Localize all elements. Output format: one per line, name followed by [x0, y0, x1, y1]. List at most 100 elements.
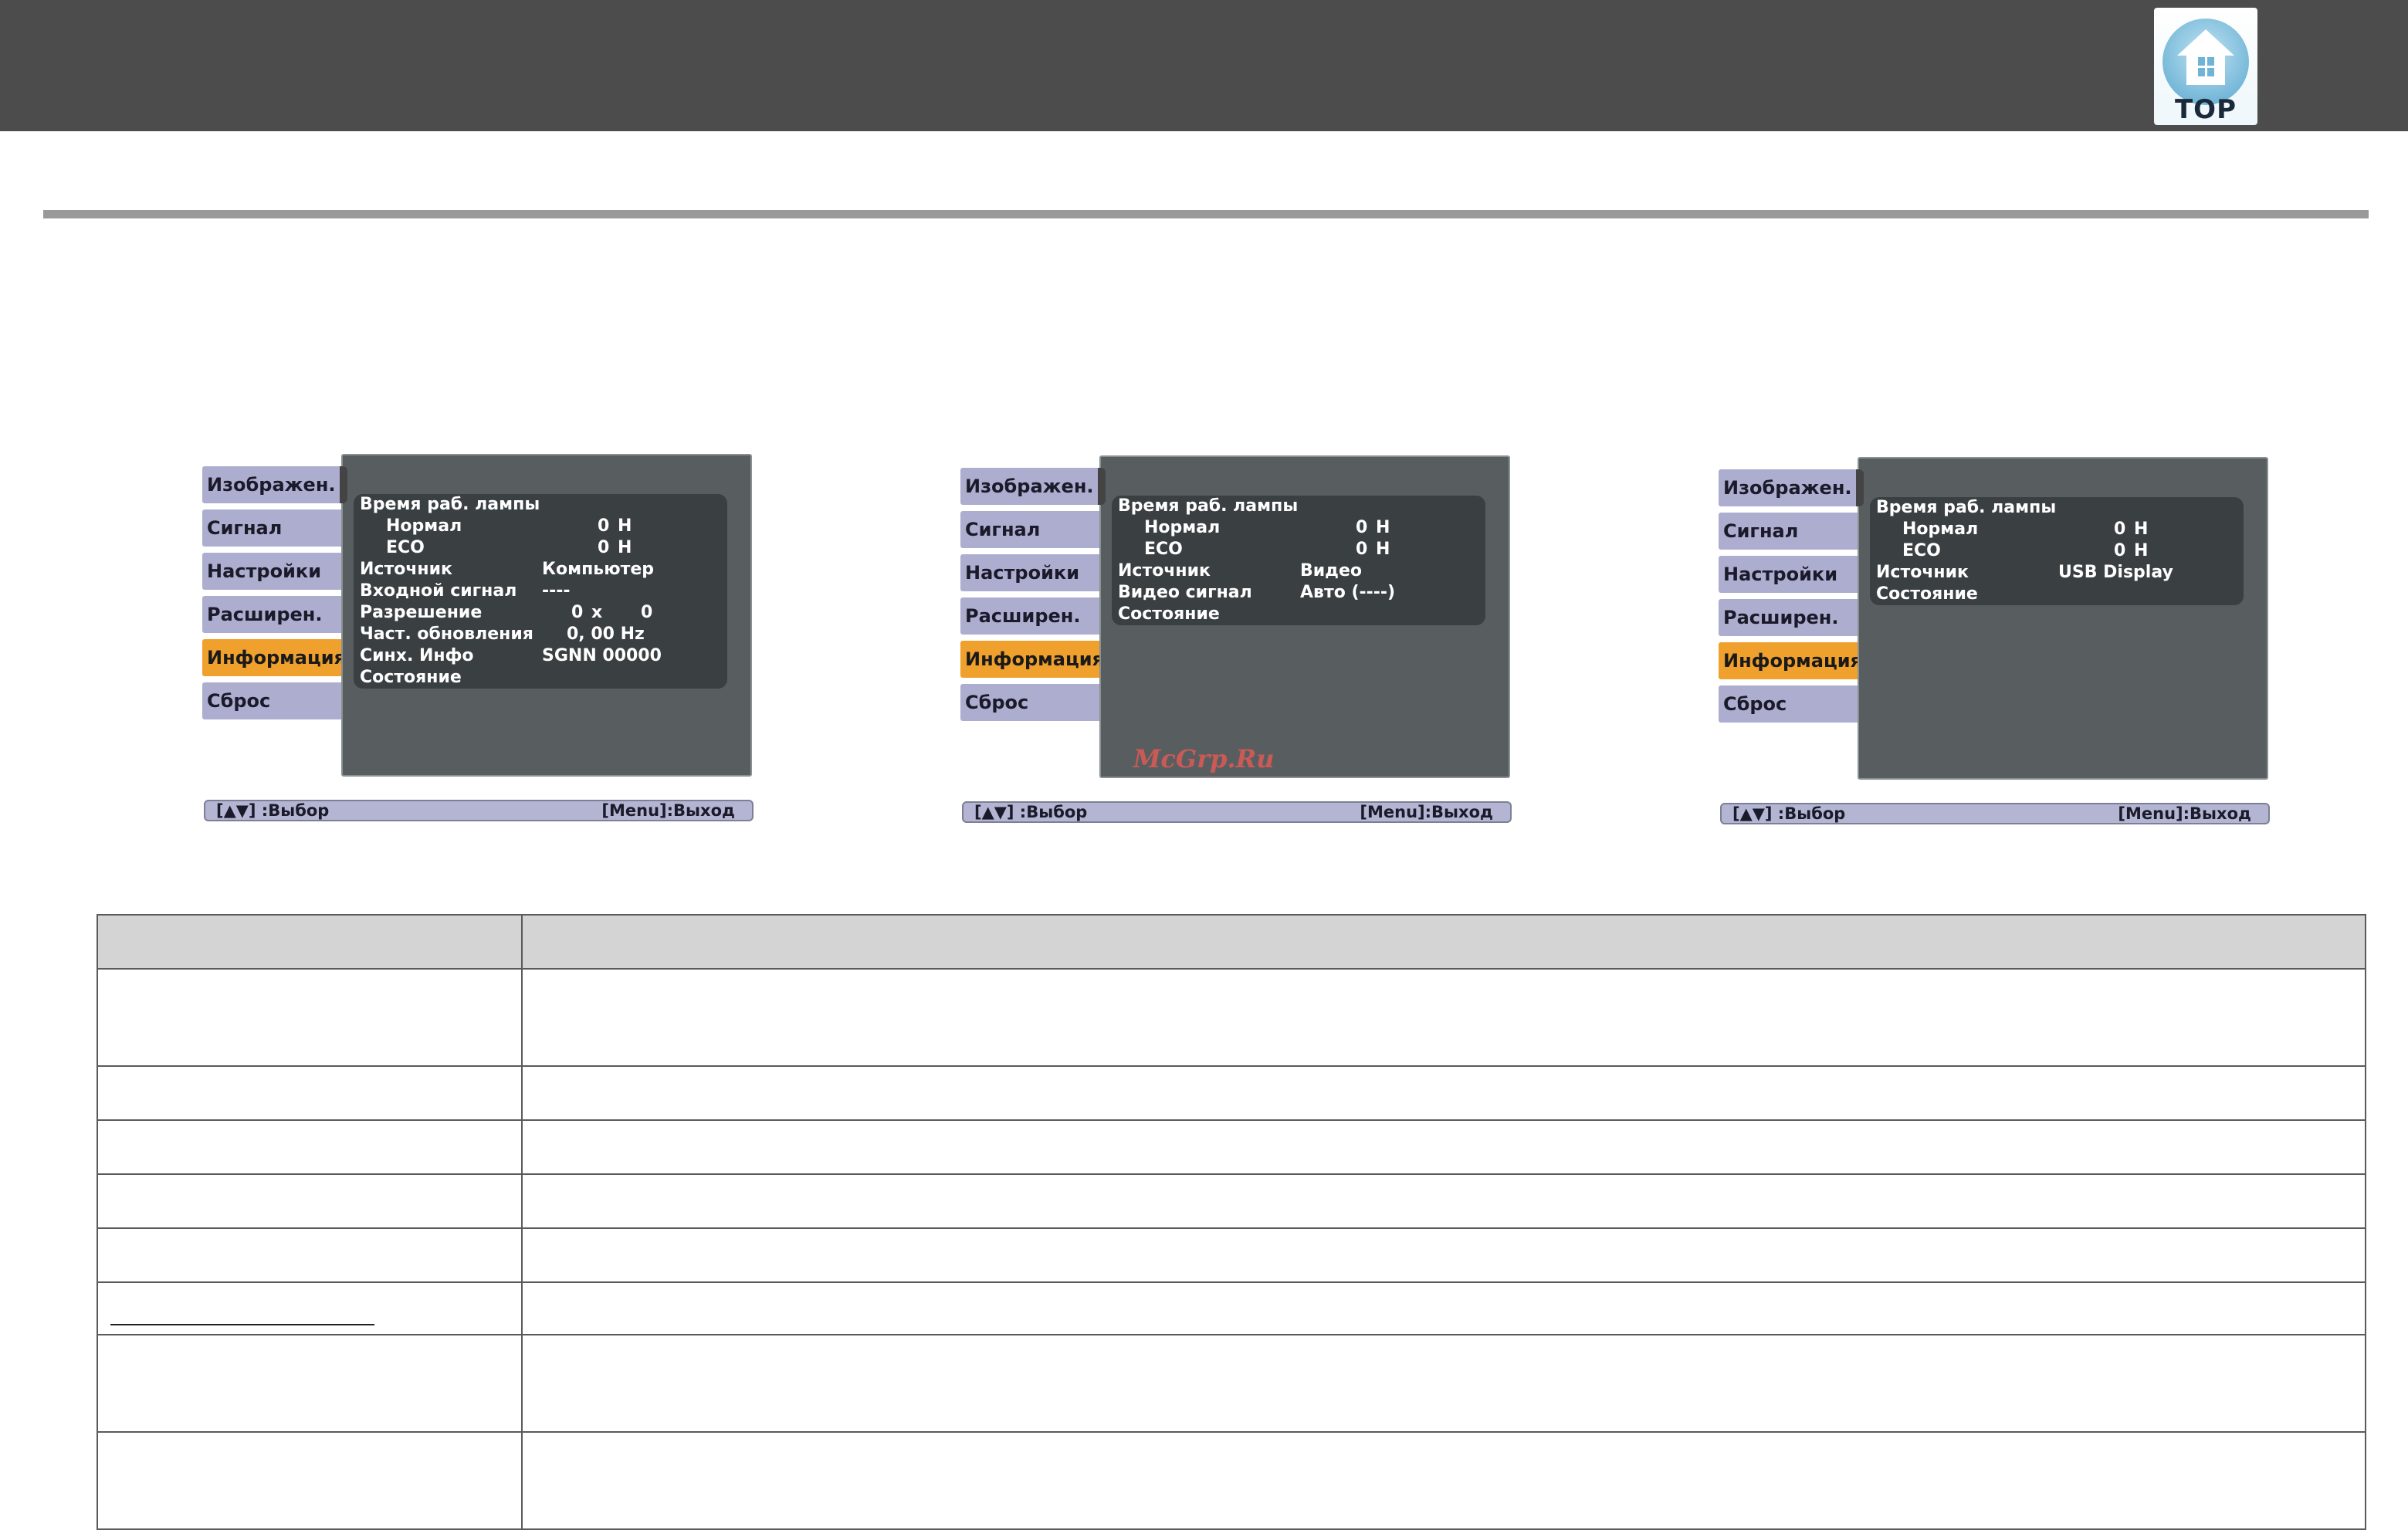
top-button[interactable]: TOP [2154, 8, 2257, 125]
osd-tab-image[interactable]: Изображен. [202, 466, 344, 503]
lamp-hours-label: Время раб. лампы [1876, 498, 2057, 517]
osd-info-rows: Время раб. лампы Нормал 0 H ECO 0 H Исто… [1112, 496, 1485, 625]
status-label: Состояние [1118, 604, 1220, 624]
table-cell [521, 1334, 2366, 1433]
osd-tab-reset[interactable]: Сброс [960, 684, 1102, 721]
osd-footer: [▲▼] :Выбор [Menu]:Выход [1720, 803, 2270, 824]
input-signal-label: Входной сигнал [360, 581, 517, 601]
osd-tab-info[interactable]: Информация [960, 641, 1104, 678]
info-row-eco: ECO 0 H [1112, 539, 1485, 560]
eco-unit: H [618, 538, 632, 557]
normal-unit: H [1376, 518, 1390, 537]
info-row-eco: ECO 0 H [1870, 540, 2244, 562]
table-cell [97, 1431, 523, 1530]
link-underline[interactable] [110, 1324, 374, 1325]
osd-info-rows: Время раб. лампы Нормал 0 H ECO 0 H Исто… [1870, 497, 2244, 605]
osd-tab-signal[interactable]: Сигнал [202, 509, 344, 547]
footer-exit-hint: [Menu]:Выход [1360, 803, 1493, 821]
table-row [97, 1065, 2366, 1121]
table-row [97, 1173, 2366, 1229]
refresh-label: Част. обновления [360, 625, 533, 644]
lamp-hours-label: Время раб. лампы [1118, 496, 1299, 516]
osd-footer: [▲▼] :Выбор [Menu]:Выход [204, 800, 754, 821]
table-row [97, 1281, 2366, 1335]
status-label: Состояние [360, 668, 462, 687]
table-cell [97, 1334, 523, 1433]
osd-sidebar-divider [1856, 469, 1864, 506]
osd-tab-extended[interactable]: Расширен. [960, 597, 1102, 635]
info-row-lamp-hours: Время раб. лампы [1870, 497, 2244, 519]
osd-info-panel: Время раб. лампы Нормал 0 H ECO 0 H Исто… [1099, 455, 1510, 778]
input-signal-value: ---- [542, 581, 571, 601]
osd-tab-image[interactable]: Изображен. [1719, 469, 1861, 506]
osd-tab-signal[interactable]: Сигнал [1719, 513, 1861, 550]
source-label: Источник [1118, 561, 1211, 581]
sync-label: Синх. Инфо [360, 646, 474, 665]
eco-unit: H [2134, 541, 2149, 560]
source-label: Источник [360, 560, 452, 579]
normal-label: Нормал [1144, 518, 1221, 537]
eco-label: ECO [1144, 540, 1183, 559]
osd-tab-info[interactable]: Информация [1719, 642, 1862, 679]
table-header-cell [97, 914, 523, 970]
info-row-normal: Нормал 0 H [354, 516, 727, 537]
source-value: USB Display [2058, 563, 2173, 582]
table-cell [97, 1281, 523, 1335]
osd-tab-extended[interactable]: Расширен. [1719, 599, 1861, 636]
osd-menu-usb-display: Изображен. Сигнал Настройки Расширен. Ин… [1719, 457, 2271, 835]
eco-value: 0 [2114, 541, 2126, 560]
osd-sidebar-divider [340, 466, 347, 503]
info-row-source: Источник Компьютер [354, 559, 727, 581]
osd-tab-extended[interactable]: Расширен. [202, 596, 344, 633]
info-row-source: Источник Видео [1112, 560, 1485, 582]
footer-select-hint: [▲▼] :Выбор [216, 801, 330, 820]
footer-exit-hint: [Menu]:Выход [601, 801, 735, 820]
eco-label: ECO [1902, 541, 1941, 560]
table-cell [521, 1065, 2366, 1121]
osd-tab-settings[interactable]: Настройки [202, 553, 344, 590]
osd-info-panel: Время раб. лампы Нормал 0 H ECO 0 H Исто… [341, 454, 752, 777]
table-cell [97, 1119, 523, 1175]
video-signal-label: Видео сигнал [1118, 583, 1252, 602]
footer-exit-hint: [Menu]:Выход [2118, 804, 2251, 823]
table-cell [97, 1227, 523, 1283]
table-cell [97, 968, 523, 1067]
table-cell [521, 1173, 2366, 1229]
info-row-source: Источник USB Display [1870, 562, 2244, 584]
header-bar: TOP [0, 0, 2408, 131]
footer-select-hint: [▲▼] :Выбор [974, 803, 1088, 821]
normal-value: 0 [598, 516, 610, 536]
osd-info-panel: Время раб. лампы Нормал 0 H ECO 0 H Исто… [1858, 457, 2268, 780]
osd-tab-settings[interactable]: Настройки [960, 554, 1102, 591]
info-row-status: Состояние [1870, 584, 2244, 605]
table-row [97, 968, 2366, 1067]
normal-label: Нормал [1902, 520, 1979, 539]
osd-tab-settings[interactable]: Настройки [1719, 556, 1861, 593]
lamp-hours-label: Время раб. лампы [360, 495, 540, 514]
osd-tab-reset[interactable]: Сброс [202, 682, 344, 719]
info-row-normal: Нормал 0 H [1870, 519, 2244, 540]
osd-tab-image[interactable]: Изображен. [960, 468, 1102, 505]
resolution-separator: x [591, 603, 603, 622]
osd-tab-reset[interactable]: Сброс [1719, 685, 1861, 723]
table-row [97, 1227, 2366, 1283]
table-row [97, 1334, 2366, 1433]
table-cell [521, 1431, 2366, 1530]
info-row-video-signal: Видео сигнал Авто (----) [1112, 582, 1485, 604]
table-header-row [97, 914, 2366, 970]
osd-tab-info[interactable]: Информация [202, 639, 346, 676]
table-cell [521, 1227, 2366, 1283]
watermark: McGrp.Ru [1133, 744, 1275, 773]
normal-unit: H [2134, 520, 2149, 539]
table-cell [521, 1281, 2366, 1335]
osd-menu-computer: Изображен. Сигнал Настройки Расширен. Ин… [202, 454, 755, 832]
table-cell [521, 1119, 2366, 1175]
footer-select-hint: [▲▼] :Выбор [1732, 804, 1846, 823]
osd-tab-signal[interactable]: Сигнал [960, 511, 1102, 548]
refresh-value: 0, 00 Hz [567, 625, 645, 644]
eco-value: 0 [1356, 540, 1368, 559]
info-row-input-signal: Входной сигнал ---- [354, 581, 727, 602]
info-table [97, 914, 2366, 1530]
info-row-status: Состояние [1112, 604, 1485, 625]
info-row-sync: Синх. Инфо SGNN 00000 [354, 645, 727, 667]
